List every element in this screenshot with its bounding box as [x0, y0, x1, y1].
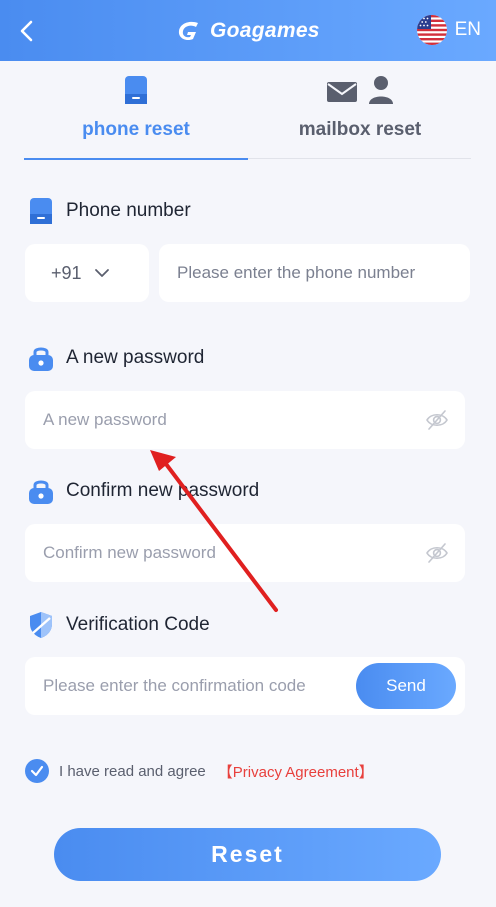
shield-icon — [30, 612, 52, 638]
lock-icon — [29, 347, 53, 371]
tab-label: mailbox reset — [298, 119, 422, 140]
chevron-down-icon — [94, 269, 109, 277]
lock-icon — [29, 480, 53, 504]
language-selector[interactable]: EN — [416, 15, 481, 45]
privacy-agreement-link[interactable]: 【Privacy Agreement】 — [218, 761, 374, 782]
reset-method-tabs: phone reset mailbox reset — [24, 61, 472, 160]
language-label: EN — [454, 19, 481, 40]
new-password-field[interactable] — [25, 391, 465, 449]
confirm-password-input[interactable] — [25, 524, 465, 582]
top-bar: Goagames EN — [0, 0, 496, 61]
agreement-row: I have read and agree 【Privacy Agreement… — [25, 759, 374, 783]
confirm-password-field[interactable] — [25, 524, 465, 582]
phone-icon — [125, 76, 147, 104]
new-password-label: A new password — [28, 344, 204, 372]
user-icon — [369, 76, 393, 104]
tab-mailbox-reset[interactable]: mailbox reset — [248, 61, 472, 159]
eye-off-icon[interactable] — [425, 409, 449, 431]
tab-phone-reset[interactable]: phone reset — [24, 61, 248, 160]
tab-label: phone reset — [82, 119, 190, 140]
phone-number-label: Phone number — [28, 197, 191, 225]
phone-icon — [30, 198, 52, 224]
agreement-text: I have read and agree — [59, 762, 206, 780]
active-tab-indicator — [24, 158, 248, 160]
checkmark-icon — [30, 765, 44, 777]
field-label-text: Confirm new password — [66, 480, 260, 501]
back-arrow-icon[interactable] — [16, 18, 38, 44]
country-code-select[interactable]: +91 — [25, 244, 149, 302]
send-code-button[interactable]: Send — [356, 663, 456, 709]
brand-name: Goagames — [210, 19, 320, 42]
eye-off-icon[interactable] — [425, 542, 449, 564]
mail-icon — [327, 82, 357, 102]
new-password-input[interactable] — [25, 391, 465, 449]
field-label-text: Phone number — [66, 200, 191, 221]
us-flag-icon — [416, 15, 447, 45]
field-label-text: Verification Code — [66, 614, 210, 635]
phone-number-input[interactable] — [159, 244, 470, 302]
country-code-value: +91 — [51, 262, 82, 283]
agreement-checkbox[interactable] — [25, 759, 49, 783]
confirm-password-label: Confirm new password — [28, 477, 259, 505]
logo-g-icon — [178, 21, 198, 41]
reset-button[interactable]: Reset — [54, 828, 441, 881]
phone-number-field[interactable] — [159, 244, 470, 302]
field-label-text: A new password — [66, 347, 205, 368]
verification-code-field[interactable]: Send — [25, 657, 465, 715]
brand-logo: Goagames — [176, 16, 320, 46]
verification-code-label: Verification Code — [28, 611, 210, 639]
